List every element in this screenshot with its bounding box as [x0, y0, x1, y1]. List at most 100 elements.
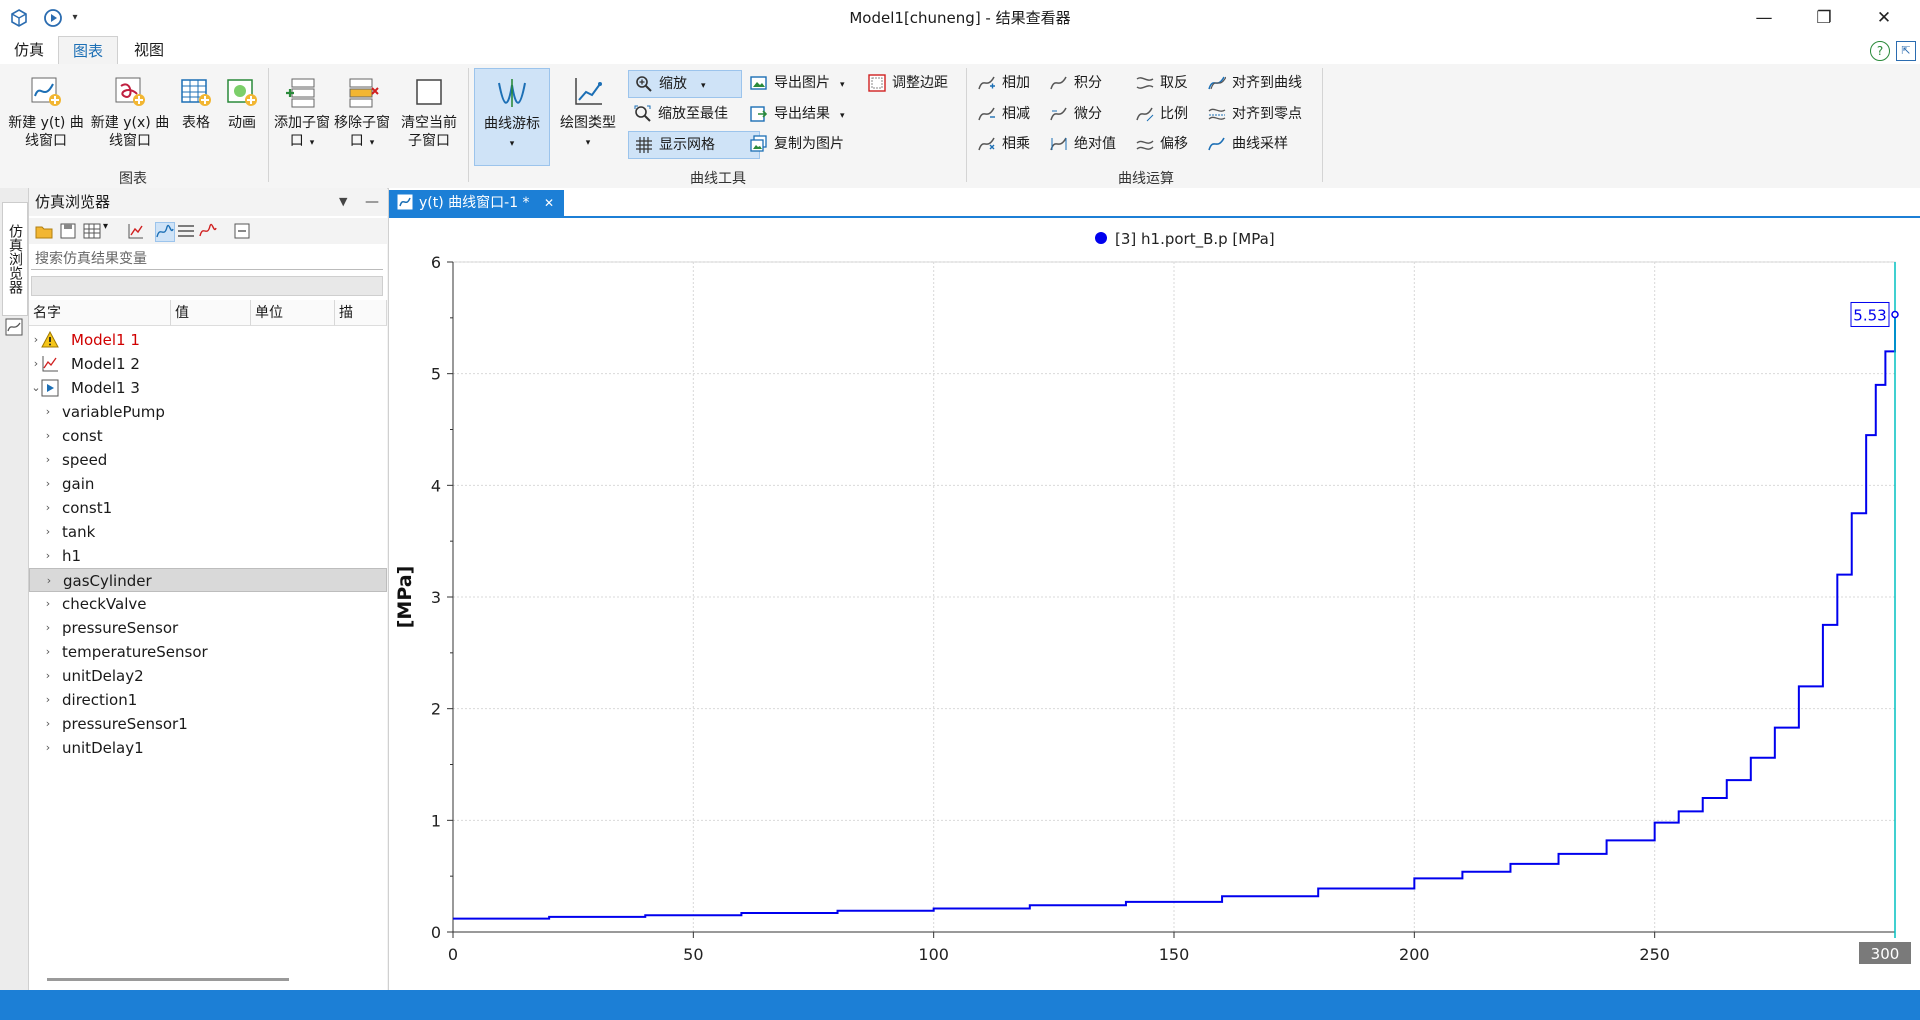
panel-menu-icon[interactable]: ▼ — [339, 188, 347, 216]
new-yx-window-label: 新建 y(x) 曲线窗口 — [90, 115, 170, 149]
tab-view[interactable]: 视图 — [120, 36, 178, 64]
tree-item-label: pressureSensor — [62, 619, 179, 637]
tree-item-pressuresensor1[interactable]: › pressureSensor1 — [29, 712, 387, 736]
load-progress-bar — [31, 276, 383, 296]
derivative-label: 微分 — [1074, 106, 1102, 122]
expand-arrow-icon[interactable]: › — [41, 616, 55, 640]
integral-button[interactable]: 积分 — [1044, 70, 1144, 96]
open-folder-icon[interactable] — [35, 222, 53, 240]
y-tick-label: 4 — [431, 476, 441, 495]
export-result-button[interactable]: 导出结果 ▾ — [744, 101, 886, 127]
chart-side-tab-icon[interactable] — [5, 318, 23, 336]
tree-item-speed[interactable]: › speed — [29, 448, 387, 472]
tree-item-variablepump[interactable]: › variablePump — [29, 400, 387, 424]
grid-icon — [636, 137, 652, 153]
tree-item-model1-3[interactable]: ⌄ Model1 3 — [29, 376, 387, 400]
column-header-description[interactable]: 描 — [335, 300, 387, 326]
export-result-icon — [750, 106, 768, 122]
ribbon-separator — [966, 68, 967, 182]
new-yx-window-button[interactable]: 新建 y(x) 曲线窗口 — [88, 68, 172, 164]
new-yt-chart-icon — [31, 77, 61, 106]
expand-arrow-icon[interactable]: › — [41, 448, 55, 472]
expand-arrow-icon[interactable]: › — [41, 496, 55, 520]
tree-item-checkvalve[interactable]: › checkValve — [29, 592, 387, 616]
tree-item-unitdelay1[interactable]: › unitDelay1 — [29, 736, 387, 760]
export-result-dropdown-icon[interactable]: ▾ — [840, 111, 845, 121]
zoom-fit-icon — [634, 105, 651, 122]
table-view-dropdown-icon[interactable]: ▾ — [103, 221, 108, 232]
column-header-value[interactable]: 值 — [171, 300, 251, 326]
expand-arrow-icon[interactable]: › — [41, 520, 55, 544]
tree-item-direction1[interactable]: › direction1 — [29, 688, 387, 712]
minimize-button[interactable]: — — [1734, 0, 1794, 36]
collapse-ribbon-icon[interactable]: ⇱ — [1896, 41, 1916, 61]
ribbon-separator — [1322, 68, 1323, 182]
zoom-dropdown-icon[interactable]: ▾ — [701, 81, 706, 91]
tree-item-pressuresensor[interactable]: › pressureSensor — [29, 616, 387, 640]
align-to-zero-label: 对齐到零点 — [1232, 106, 1302, 122]
expand-arrow-icon[interactable]: › — [41, 688, 55, 712]
tree-item-gascylinder[interactable]: › gasCylinder — [29, 568, 387, 592]
derivative-button[interactable]: 微分 — [1044, 101, 1144, 127]
plot-variable-icon[interactable] — [127, 222, 145, 240]
tree-item-temperaturesensor[interactable]: › temperatureSensor — [29, 640, 387, 664]
add-subwindow-button[interactable]: 添加子窗口 ▾ — [274, 68, 330, 164]
curve-cursor-button[interactable]: 曲线游标 ▾ — [474, 68, 550, 166]
table-view-icon[interactable] — [83, 222, 101, 240]
sim-browser-side-tab[interactable]: 仿真浏览器 — [2, 202, 28, 316]
tab-simulation[interactable]: 仿真 — [0, 36, 58, 64]
animation-button[interactable]: 动画 — [220, 68, 264, 164]
save-icon[interactable] — [59, 222, 77, 240]
help-icon[interactable]: ? — [1870, 41, 1890, 61]
tree-item-model1-1[interactable]: › Model1 1 — [29, 328, 387, 352]
copy-image-button[interactable]: 复制为图片 — [744, 131, 886, 157]
expand-arrow-icon[interactable]: › — [41, 400, 55, 424]
curve-mode-icon[interactable] — [155, 222, 175, 242]
tree-item-gain[interactable]: › gain — [29, 472, 387, 496]
tree-item-model1-2[interactable]: › Model1 2 — [29, 352, 387, 376]
tab-chart[interactable]: 图表 — [58, 36, 119, 65]
expand-arrow-icon[interactable]: › — [41, 472, 55, 496]
remove-subwindow-button[interactable]: 移除子窗口 ▾ — [334, 68, 390, 164]
resample-label: 曲线采样 — [1232, 136, 1288, 152]
highlight-curve-icon[interactable] — [199, 222, 217, 240]
y-tick-label: 6 — [431, 253, 441, 272]
tree-item-unitdelay2[interactable]: › unitDelay2 — [29, 664, 387, 688]
expand-arrow-icon[interactable]: › — [41, 664, 55, 688]
tree-item-const[interactable]: › const — [29, 424, 387, 448]
tree-item-label: unitDelay2 — [62, 667, 144, 685]
show-grid-button[interactable]: 显示网格 — [628, 131, 760, 159]
panel-minimize-icon[interactable]: — — [365, 188, 379, 216]
export-image-dropdown-icon[interactable]: ▾ — [840, 80, 845, 90]
search-variables-input[interactable] — [31, 248, 383, 270]
table-button[interactable]: 表格 — [174, 68, 218, 164]
expand-arrow-icon[interactable]: › — [41, 640, 55, 664]
expand-arrow-icon[interactable]: › — [42, 569, 56, 593]
group-label-curve-ops: 曲线运算 — [1118, 171, 1174, 187]
panel-header: 仿真浏览器 ▼ — — [29, 188, 387, 216]
list-mode-icon[interactable] — [177, 222, 195, 240]
expand-arrow-icon[interactable]: › — [41, 592, 55, 616]
expand-arrow-icon[interactable]: › — [41, 712, 55, 736]
column-header-unit[interactable]: 单位 — [251, 300, 335, 326]
yt-chart[interactable]: 0 1 2 3 4 5 6 0 50 100 150 200 250 [MPa] [3] h1.port_B… — [389, 218, 1920, 990]
tab-yt-curve-window[interactable]: y(t) 曲线窗口-1 * ✕ — [389, 190, 565, 216]
expand-arrow-icon[interactable]: › — [41, 424, 55, 448]
zoom-button[interactable]: 缩放 ▾ — [628, 70, 742, 98]
tab-close-icon[interactable]: ✕ — [544, 196, 554, 210]
horizontal-scrollbar[interactable] — [47, 978, 289, 981]
plot-type-button[interactable]: 绘图类型 ▾ — [554, 68, 622, 164]
column-header-name[interactable]: 名字 — [29, 300, 171, 326]
new-yt-window-button[interactable]: 新建 y(t) 曲线窗口 — [4, 68, 88, 164]
tree-item-h1[interactable]: › h1 — [29, 544, 387, 568]
restore-button[interactable]: ❐ — [1794, 0, 1854, 36]
close-button[interactable]: ✕ — [1854, 0, 1914, 36]
expand-arrow-icon[interactable]: › — [41, 736, 55, 760]
clear-subwindow-button[interactable]: 清空当前子窗口 — [396, 68, 462, 164]
ribbon-tab-bar: 仿真 图表 视图 ? ⇱ — [0, 36, 1920, 65]
expand-arrow-icon[interactable]: › — [41, 544, 55, 568]
tree-item-const1[interactable]: › const1 — [29, 496, 387, 520]
tree-item-tank[interactable]: › tank — [29, 520, 387, 544]
collapse-all-icon[interactable] — [233, 222, 251, 240]
title-bar: ▾ Model1[chuneng] - 结果查看器 — ❐ ✕ — [0, 0, 1920, 36]
